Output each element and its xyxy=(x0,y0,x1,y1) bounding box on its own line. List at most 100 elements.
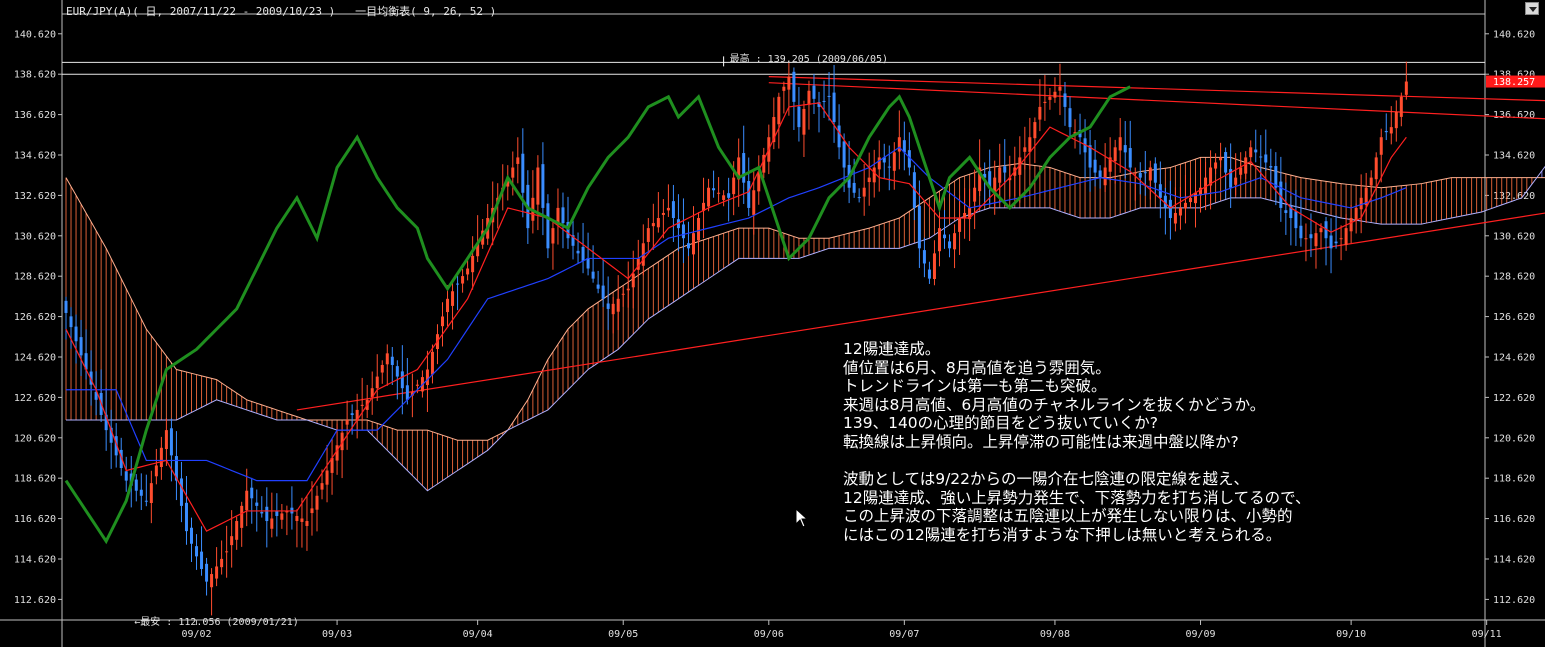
candle-body xyxy=(1314,233,1318,247)
candle-body xyxy=(441,316,444,327)
candle-body xyxy=(1123,145,1127,153)
candle-body xyxy=(1113,147,1117,162)
note-line: トレンドラインは第一も第二も突破。 xyxy=(843,377,1107,396)
candle-body xyxy=(581,246,585,261)
note-line: にはこの12陽連を打ち消すような下押しは無いと考えられる。 xyxy=(843,525,1282,544)
note-line xyxy=(843,452,1311,471)
candle-body xyxy=(747,180,751,208)
candle-body xyxy=(1344,228,1348,245)
candle-body xyxy=(1023,147,1027,152)
candle-body xyxy=(325,470,329,485)
candle-body xyxy=(1359,197,1363,210)
candle-body xyxy=(1048,96,1052,100)
candle-body xyxy=(631,273,635,288)
candle-body xyxy=(1214,162,1218,169)
candle-body xyxy=(1183,202,1187,209)
candle-body xyxy=(1394,111,1398,129)
y-tick-label-right: 140.620 xyxy=(1493,29,1535,40)
candle-body xyxy=(707,187,711,207)
candle-body xyxy=(782,86,786,91)
candle-body xyxy=(1234,177,1238,185)
candle-body xyxy=(1118,137,1122,151)
candle-body xyxy=(862,187,866,197)
y-tick-label-left: 134.620 xyxy=(14,150,56,161)
candle-body xyxy=(1178,207,1182,216)
candle-body xyxy=(551,228,555,244)
y-tick-label-left: 120.620 xyxy=(14,433,56,444)
senkou-span-a xyxy=(65,156,1545,441)
candle-body xyxy=(953,233,957,250)
candle-body xyxy=(1319,228,1323,233)
x-tick-label: 09/10 xyxy=(1336,629,1366,640)
candle-body xyxy=(134,479,138,491)
note-line: 12陽連達成。 xyxy=(843,340,941,358)
high-annotation: 最高 : 139.205 (2009/06/05) xyxy=(730,52,888,65)
candle-body xyxy=(596,284,600,289)
candle-body xyxy=(576,250,580,254)
y-tick-label-right: 126.620 xyxy=(1493,312,1535,323)
candle-body xyxy=(169,428,173,456)
x-tick-label: 09/07 xyxy=(889,629,919,640)
candle-body xyxy=(451,291,455,306)
candle-body xyxy=(837,125,841,148)
candle-body xyxy=(822,100,826,102)
candle-body xyxy=(305,521,309,526)
candle-body xyxy=(1168,199,1172,219)
candle-body xyxy=(1329,235,1333,249)
candle-body xyxy=(275,510,279,516)
note-line: 波動としては9/22からの一陽介在七陰連の限定線を越え、 xyxy=(843,470,1250,489)
candle-body xyxy=(1138,172,1142,178)
candle-body xyxy=(154,465,158,477)
candle-body xyxy=(1384,130,1388,133)
candle-body xyxy=(270,518,274,529)
candle-body xyxy=(1244,157,1248,174)
candle-body xyxy=(390,356,394,365)
candle-body xyxy=(235,521,239,540)
candle-body xyxy=(1143,172,1147,174)
dropdown-menu-button[interactable] xyxy=(1525,2,1539,15)
candle-body xyxy=(998,167,1002,183)
candle-body xyxy=(1058,86,1062,91)
candle-body xyxy=(210,574,214,588)
candle-body xyxy=(1404,81,1408,95)
candle-body xyxy=(1239,167,1243,175)
candle-body xyxy=(661,212,665,215)
candle-body xyxy=(541,164,545,208)
candle-body xyxy=(973,187,977,202)
candle-body xyxy=(190,527,193,544)
candle-body xyxy=(1219,157,1223,161)
candle-body xyxy=(732,177,736,195)
x-tick-label: 09/04 xyxy=(463,629,493,640)
candle-body xyxy=(1389,127,1393,134)
note-line: 来週は8月高値、6月高値のチャネルラインを抜くかどうか。 xyxy=(843,395,1266,414)
ichimoku-chart: 140.620 140.620138.620 138.620136.620 136.6… xyxy=(0,0,1545,647)
candle-body xyxy=(1033,122,1037,139)
candle-body xyxy=(240,505,244,528)
candle-body xyxy=(415,384,419,386)
y-tick-label-right: 134.620 xyxy=(1493,150,1535,161)
y-tick-label-left: 122.620 xyxy=(14,393,56,404)
candle-body xyxy=(456,283,460,285)
candle-body xyxy=(857,197,861,199)
candle-body xyxy=(1259,156,1263,158)
candle-body xyxy=(561,207,565,224)
note-line: この上昇波の下落調整は五陰連以上が発生しない限りは、小勢的 xyxy=(843,507,1293,526)
mouse-cursor-icon xyxy=(795,508,809,528)
y-tick-label-right: 136.620 xyxy=(1493,110,1535,121)
trendline xyxy=(768,76,1545,102)
candle-body xyxy=(958,218,962,232)
candle-body xyxy=(536,167,540,205)
chart-window: { "header": { "title": "EUR/JPY(A)( 日, 2… xyxy=(0,0,1545,647)
candle-body xyxy=(1148,167,1152,181)
candle-body xyxy=(611,303,615,315)
senkou-span-b xyxy=(66,165,1545,492)
candle-body xyxy=(380,364,384,373)
current-price-label: 138.257 xyxy=(1493,77,1535,88)
candle-body xyxy=(1339,238,1343,240)
candle-body xyxy=(787,76,791,90)
y-tick-label-right: 122.620 xyxy=(1493,393,1535,404)
candle-body xyxy=(1304,238,1308,240)
x-tick-label: 09/02 xyxy=(181,629,211,640)
candle-body xyxy=(521,153,525,193)
candle-body xyxy=(159,447,163,467)
